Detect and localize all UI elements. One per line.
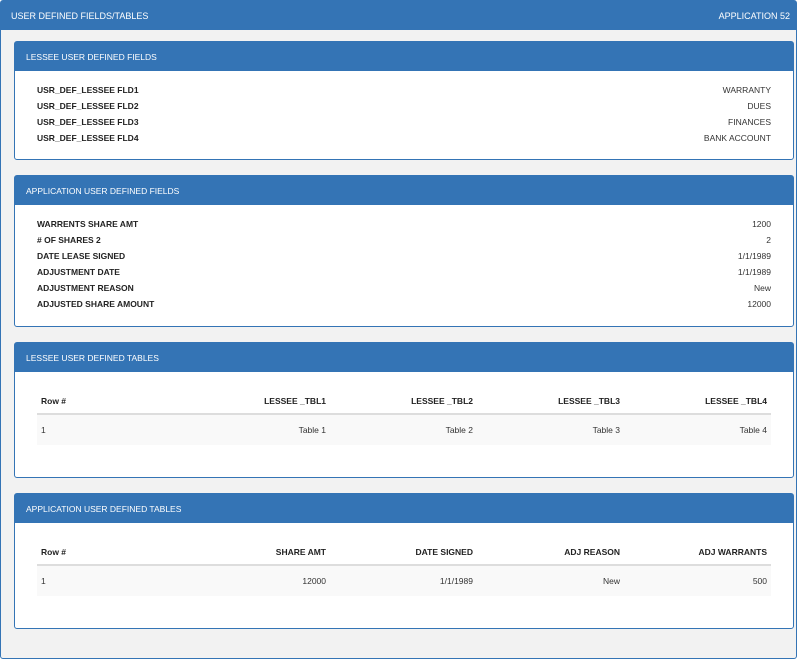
field-row: ADJUSTMENT REASON New [37, 280, 771, 296]
field-value: FINANCES [728, 117, 771, 127]
field-value: New [753, 283, 771, 293]
field-row: USR_DEF_LESSEE FLD2 DUES [37, 98, 771, 114]
column-header[interactable]: Row # [37, 388, 183, 415]
panel-title: LESSEE USER DEFINED TABLES [15, 343, 793, 372]
table-header-row: Row # LESSEE _TBL1 LESSEE _TBL2 LESSEE _… [37, 388, 771, 415]
field-value: 1/1/1989 [737, 267, 771, 277]
lessee-table: Row # LESSEE _TBL1 LESSEE _TBL2 LESSEE _… [37, 388, 771, 445]
field-label: # OF SHARES 2 [37, 235, 101, 245]
column-header[interactable]: DATE SIGNED [330, 539, 477, 566]
table-cell: 1/1/1989 [330, 565, 477, 596]
column-header[interactable]: SHARE AMT [183, 539, 330, 566]
application-label: APPLICATION 52 [718, 10, 790, 21]
table-cell: Table 3 [477, 414, 624, 445]
field-row: # OF SHARES 2 2 [37, 232, 771, 248]
lessee-fields-panel: LESSEE USER DEFINED FIELDS USR_DEF_LESSE… [14, 41, 794, 160]
table-cell: New [477, 565, 624, 596]
page-header: USER DEFINED FIELDS/TABLES APPLICATION 5… [1, 1, 796, 30]
field-label: USR_DEF_LESSEE FLD2 [37, 101, 139, 111]
table-cell: Table 4 [624, 414, 771, 445]
field-value: 1/1/1989 [737, 251, 771, 261]
table-row[interactable]: 1 12000 1/1/1989 New 500 [37, 565, 771, 596]
field-row: USR_DEF_LESSEE FLD3 FINANCES [37, 114, 771, 130]
column-header[interactable]: LESSEE _TBL4 [624, 388, 771, 415]
field-row: USR_DEF_LESSEE FLD1 WARRANTY [37, 82, 771, 98]
field-label: USR_DEF_LESSEE FLD3 [37, 117, 139, 127]
application-fields-panel: APPLICATION USER DEFINED FIELDS WARRENTS… [14, 175, 794, 327]
main-container: USER DEFINED FIELDS/TABLES APPLICATION 5… [0, 0, 797, 659]
field-label: WARRENTS SHARE AMT [37, 219, 139, 229]
field-label: ADJUSTMENT DATE [37, 267, 120, 277]
panel-title: LESSEE USER DEFINED FIELDS [15, 42, 793, 71]
field-row: USR_DEF_LESSEE FLD4 BANK ACCOUNT [37, 130, 771, 146]
column-header[interactable]: Row # [37, 539, 183, 566]
field-value: 12000 [747, 299, 771, 309]
application-table: Row # SHARE AMT DATE SIGNED ADJ REASON A… [37, 539, 771, 596]
column-header[interactable]: ADJ WARRANTS [624, 539, 771, 566]
field-row: DATE LEASE SIGNED 1/1/1989 [37, 248, 771, 264]
field-value: WARRANTY [722, 85, 771, 95]
field-row: WARRENTS SHARE AMT 1200 [37, 216, 771, 232]
table-row[interactable]: 1 Table 1 Table 2 Table 3 Table 4 [37, 414, 771, 445]
table-cell: 1 [37, 565, 183, 596]
column-header[interactable]: LESSEE _TBL2 [330, 388, 477, 415]
field-label: DATE LEASE SIGNED [37, 251, 126, 261]
panel-title: APPLICATION USER DEFINED TABLES [15, 494, 793, 523]
column-header[interactable]: LESSEE _TBL1 [183, 388, 330, 415]
field-label: ADJUSTMENT REASON [37, 283, 134, 293]
table-cell: 500 [624, 565, 771, 596]
table-cell: 1 [37, 414, 183, 445]
page-title: USER DEFINED FIELDS/TABLES [11, 10, 149, 21]
field-list: WARRENTS SHARE AMT 1200 # OF SHARES 2 2 … [15, 205, 793, 312]
field-list: USR_DEF_LESSEE FLD1 WARRANTY USR_DEF_LES… [15, 71, 793, 146]
field-label: USR_DEF_LESSEE FLD4 [37, 133, 139, 143]
application-tables-panel: APPLICATION USER DEFINED TABLES Row # SH… [14, 493, 794, 629]
field-label: USR_DEF_LESSEE FLD1 [37, 85, 139, 95]
table-cell: Table 1 [183, 414, 330, 445]
table-cell: Table 2 [330, 414, 477, 445]
field-value: 1200 [752, 219, 771, 229]
field-value: BANK ACCOUNT [703, 133, 771, 143]
column-header[interactable]: ADJ REASON [477, 539, 624, 566]
field-row: ADJUSTED SHARE AMOUNT 12000 [37, 296, 771, 312]
field-label: ADJUSTED SHARE AMOUNT [37, 299, 155, 309]
lessee-tables-panel: LESSEE USER DEFINED TABLES Row # LESSEE … [14, 342, 794, 478]
field-row: ADJUSTMENT DATE 1/1/1989 [37, 264, 771, 280]
column-header[interactable]: LESSEE _TBL3 [477, 388, 624, 415]
table-cell: 12000 [183, 565, 330, 596]
field-value: 2 [766, 235, 771, 245]
field-value: DUES [747, 101, 771, 111]
table-header-row: Row # SHARE AMT DATE SIGNED ADJ REASON A… [37, 539, 771, 566]
panel-title: APPLICATION USER DEFINED FIELDS [15, 176, 793, 205]
